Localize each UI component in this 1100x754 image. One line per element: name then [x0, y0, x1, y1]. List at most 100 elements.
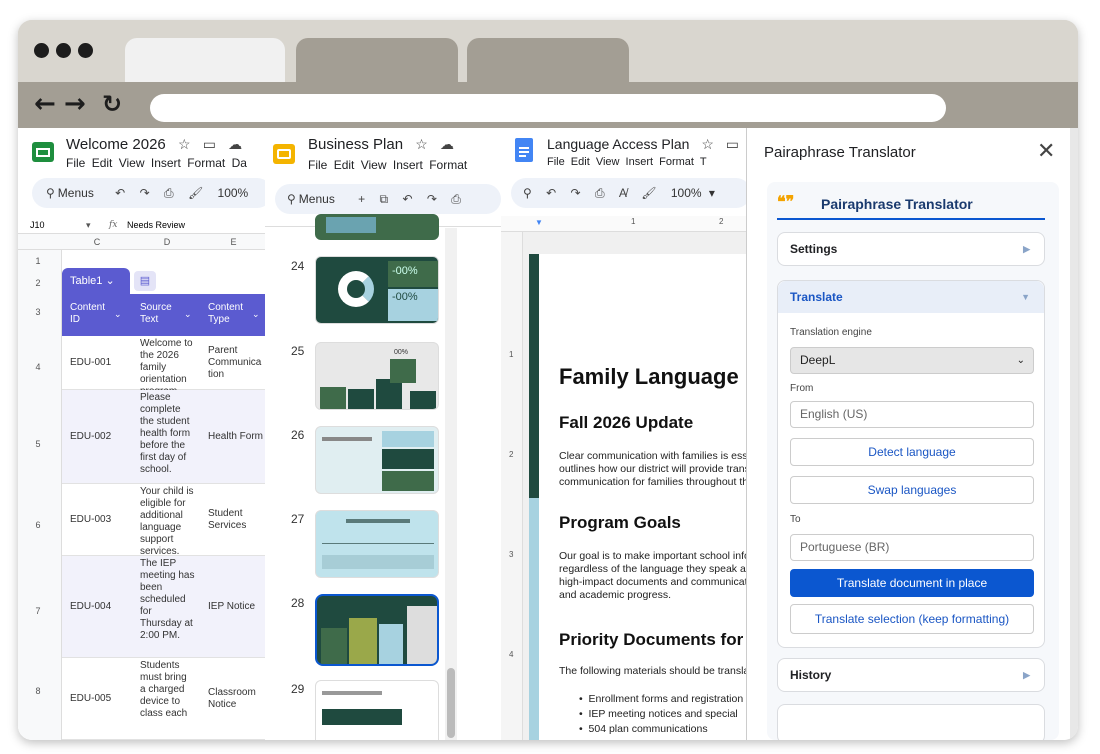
- zoom-select[interactable]: 100%: [671, 186, 702, 200]
- star-icon[interactable]: ☆: [701, 136, 714, 152]
- new-slide-icon[interactable]: ⧉: [380, 184, 389, 214]
- col-header-d[interactable]: D: [132, 237, 202, 247]
- translate-header[interactable]: Translate ▼: [778, 281, 1044, 313]
- paint-format-icon[interactable]: 🖌: [188, 178, 203, 208]
- translate-document-button[interactable]: Translate document in place: [790, 569, 1034, 597]
- cloud-icon[interactable]: ☁: [228, 136, 242, 152]
- table-row[interactable]: EDU-001 Welcome to the 2026 family orientati…: [62, 336, 265, 397]
- slide-thumbnail[interactable]: [315, 426, 439, 494]
- zoom-select[interactable]: 100%: [218, 186, 249, 200]
- detect-language-button[interactable]: Detect language: [790, 438, 1034, 466]
- to-language-field[interactable]: Portuguese (BR): [790, 534, 1034, 561]
- col-header-c[interactable]: C: [62, 237, 132, 247]
- filter-icon[interactable]: ⌄: [252, 308, 260, 320]
- menu-file[interactable]: File: [547, 156, 565, 168]
- cell-content-id[interactable]: EDU-004: [70, 601, 111, 613]
- collapsed-section[interactable]: [777, 704, 1045, 740]
- print-icon[interactable]: ⎙: [451, 184, 461, 214]
- chevron-down-icon[interactable]: ▾: [709, 186, 715, 200]
- settings-section[interactable]: Settings ▶: [777, 232, 1045, 266]
- tab-3[interactable]: [467, 38, 629, 82]
- menu-tools[interactable]: T: [700, 156, 707, 168]
- table-row[interactable]: EDU-005 Students must bring a charged device…: [62, 658, 265, 740]
- star-icon[interactable]: ☆: [178, 136, 191, 152]
- filmstrip-scrollbar[interactable]: [445, 228, 457, 740]
- engine-select[interactable]: DeepL ⌄: [790, 347, 1034, 374]
- star-icon[interactable]: ☆: [415, 136, 428, 152]
- cell-reference[interactable]: J10: [30, 216, 45, 234]
- slide-thumbnail[interactable]: -00% -00%: [315, 256, 439, 324]
- window-close-dot[interactable]: [34, 43, 49, 58]
- row-number[interactable]: 6: [28, 520, 48, 530]
- slide-thumbnail[interactable]: [315, 214, 439, 240]
- menu-view[interactable]: View: [119, 156, 145, 170]
- menu-format[interactable]: Format: [659, 156, 694, 168]
- folder-icon[interactable]: ▭: [726, 136, 739, 152]
- col-header-e[interactable]: E: [202, 237, 265, 247]
- window-minimize-dot[interactable]: [56, 43, 71, 58]
- menu-edit[interactable]: Edit: [334, 158, 355, 172]
- doc-title[interactable]: Language Access Plan: [547, 136, 689, 152]
- cell-source-text[interactable]: Please complete the student health form befo…: [140, 392, 190, 476]
- slide-thumbnail[interactable]: [315, 510, 439, 578]
- search-icon[interactable]: ⚲: [46, 178, 55, 208]
- slide-thumbnail[interactable]: [315, 680, 439, 740]
- address-bar[interactable]: [150, 94, 946, 122]
- cell-source-text[interactable]: Your child is eligible for additional langu…: [140, 486, 194, 558]
- vertical-ruler[interactable]: 1 2 3 4: [501, 232, 523, 740]
- translate-selection-button[interactable]: Translate selection (keep formatting): [790, 604, 1034, 634]
- menu-edit[interactable]: Edit: [92, 156, 113, 170]
- undo-icon[interactable]: ↶: [115, 178, 125, 208]
- redo-icon[interactable]: ↷: [571, 178, 581, 208]
- menu-file[interactable]: File: [66, 156, 85, 170]
- folder-icon[interactable]: ▭: [203, 136, 216, 152]
- window-zoom-dot[interactable]: [78, 43, 93, 58]
- menu-view[interactable]: View: [596, 156, 620, 168]
- undo-icon[interactable]: ↶: [546, 178, 556, 208]
- row-number[interactable]: 4: [28, 362, 48, 372]
- history-section[interactable]: History ▶: [777, 658, 1045, 692]
- menus-search[interactable]: Menus: [58, 186, 94, 200]
- print-icon[interactable]: ⎙: [595, 178, 605, 208]
- cell-source-text[interactable]: The IEP meeting has been scheduled for Thursd…: [140, 558, 194, 642]
- filter-icon[interactable]: ⌄: [114, 308, 122, 320]
- back-arrow-icon[interactable]: ←: [34, 90, 56, 118]
- settings-header[interactable]: Settings ▶: [778, 233, 1044, 265]
- menu-insert[interactable]: Insert: [626, 156, 654, 168]
- menu-edit[interactable]: Edit: [571, 156, 590, 168]
- reload-icon[interactable]: ↻: [102, 90, 122, 118]
- cell-source-text[interactable]: Students must bring a charged device to clas…: [140, 660, 187, 720]
- cell-content-type[interactable]: Classroom Notice: [208, 687, 256, 711]
- search-icon[interactable]: ⚲: [523, 178, 532, 208]
- horizontal-ruler[interactable]: ▼ 1 2: [501, 216, 746, 232]
- tab-active[interactable]: [125, 38, 285, 82]
- search-icon[interactable]: ⚲: [287, 184, 296, 214]
- forward-arrow-icon[interactable]: →: [64, 90, 86, 118]
- slide-thumbnail[interactable]: 00%: [315, 342, 439, 410]
- swap-languages-button[interactable]: Swap languages: [790, 476, 1034, 504]
- cell-content-type[interactable]: IEP Notice: [208, 601, 255, 613]
- menus-search[interactable]: Menus: [299, 192, 335, 206]
- filter-icon[interactable]: ⌄: [184, 308, 192, 320]
- slide-thumbnail-selected[interactable]: [315, 594, 439, 666]
- header-content-type[interactable]: Content Type: [208, 302, 243, 326]
- cell-content-id[interactable]: EDU-001: [70, 357, 111, 369]
- formula-input[interactable]: Needs Review: [127, 216, 185, 234]
- header-source-text[interactable]: Source Text: [140, 302, 172, 326]
- menu-view[interactable]: View: [361, 158, 387, 172]
- paint-format-icon[interactable]: 🖌: [641, 178, 656, 208]
- menu-format[interactable]: Format: [429, 158, 467, 172]
- table-row[interactable]: EDU-002 Please complete the student health f…: [62, 390, 265, 484]
- from-language-field[interactable]: English (US): [790, 401, 1034, 428]
- menu-insert[interactable]: Insert: [393, 158, 423, 172]
- close-icon[interactable]: ✕: [1037, 138, 1055, 164]
- tab-2[interactable]: [296, 38, 458, 82]
- row-number[interactable]: 1: [28, 256, 48, 266]
- redo-icon[interactable]: ↷: [427, 184, 437, 214]
- doc-title[interactable]: Welcome 2026: [66, 136, 166, 153]
- row-number[interactable]: 7: [28, 606, 48, 616]
- header-content-id[interactable]: Content ID: [70, 302, 105, 326]
- undo-icon[interactable]: ↶: [402, 184, 412, 214]
- cell-source-text[interactable]: Welcome tothe 2026familyorientationprogr…: [140, 338, 193, 398]
- add-icon[interactable]: +: [358, 184, 365, 214]
